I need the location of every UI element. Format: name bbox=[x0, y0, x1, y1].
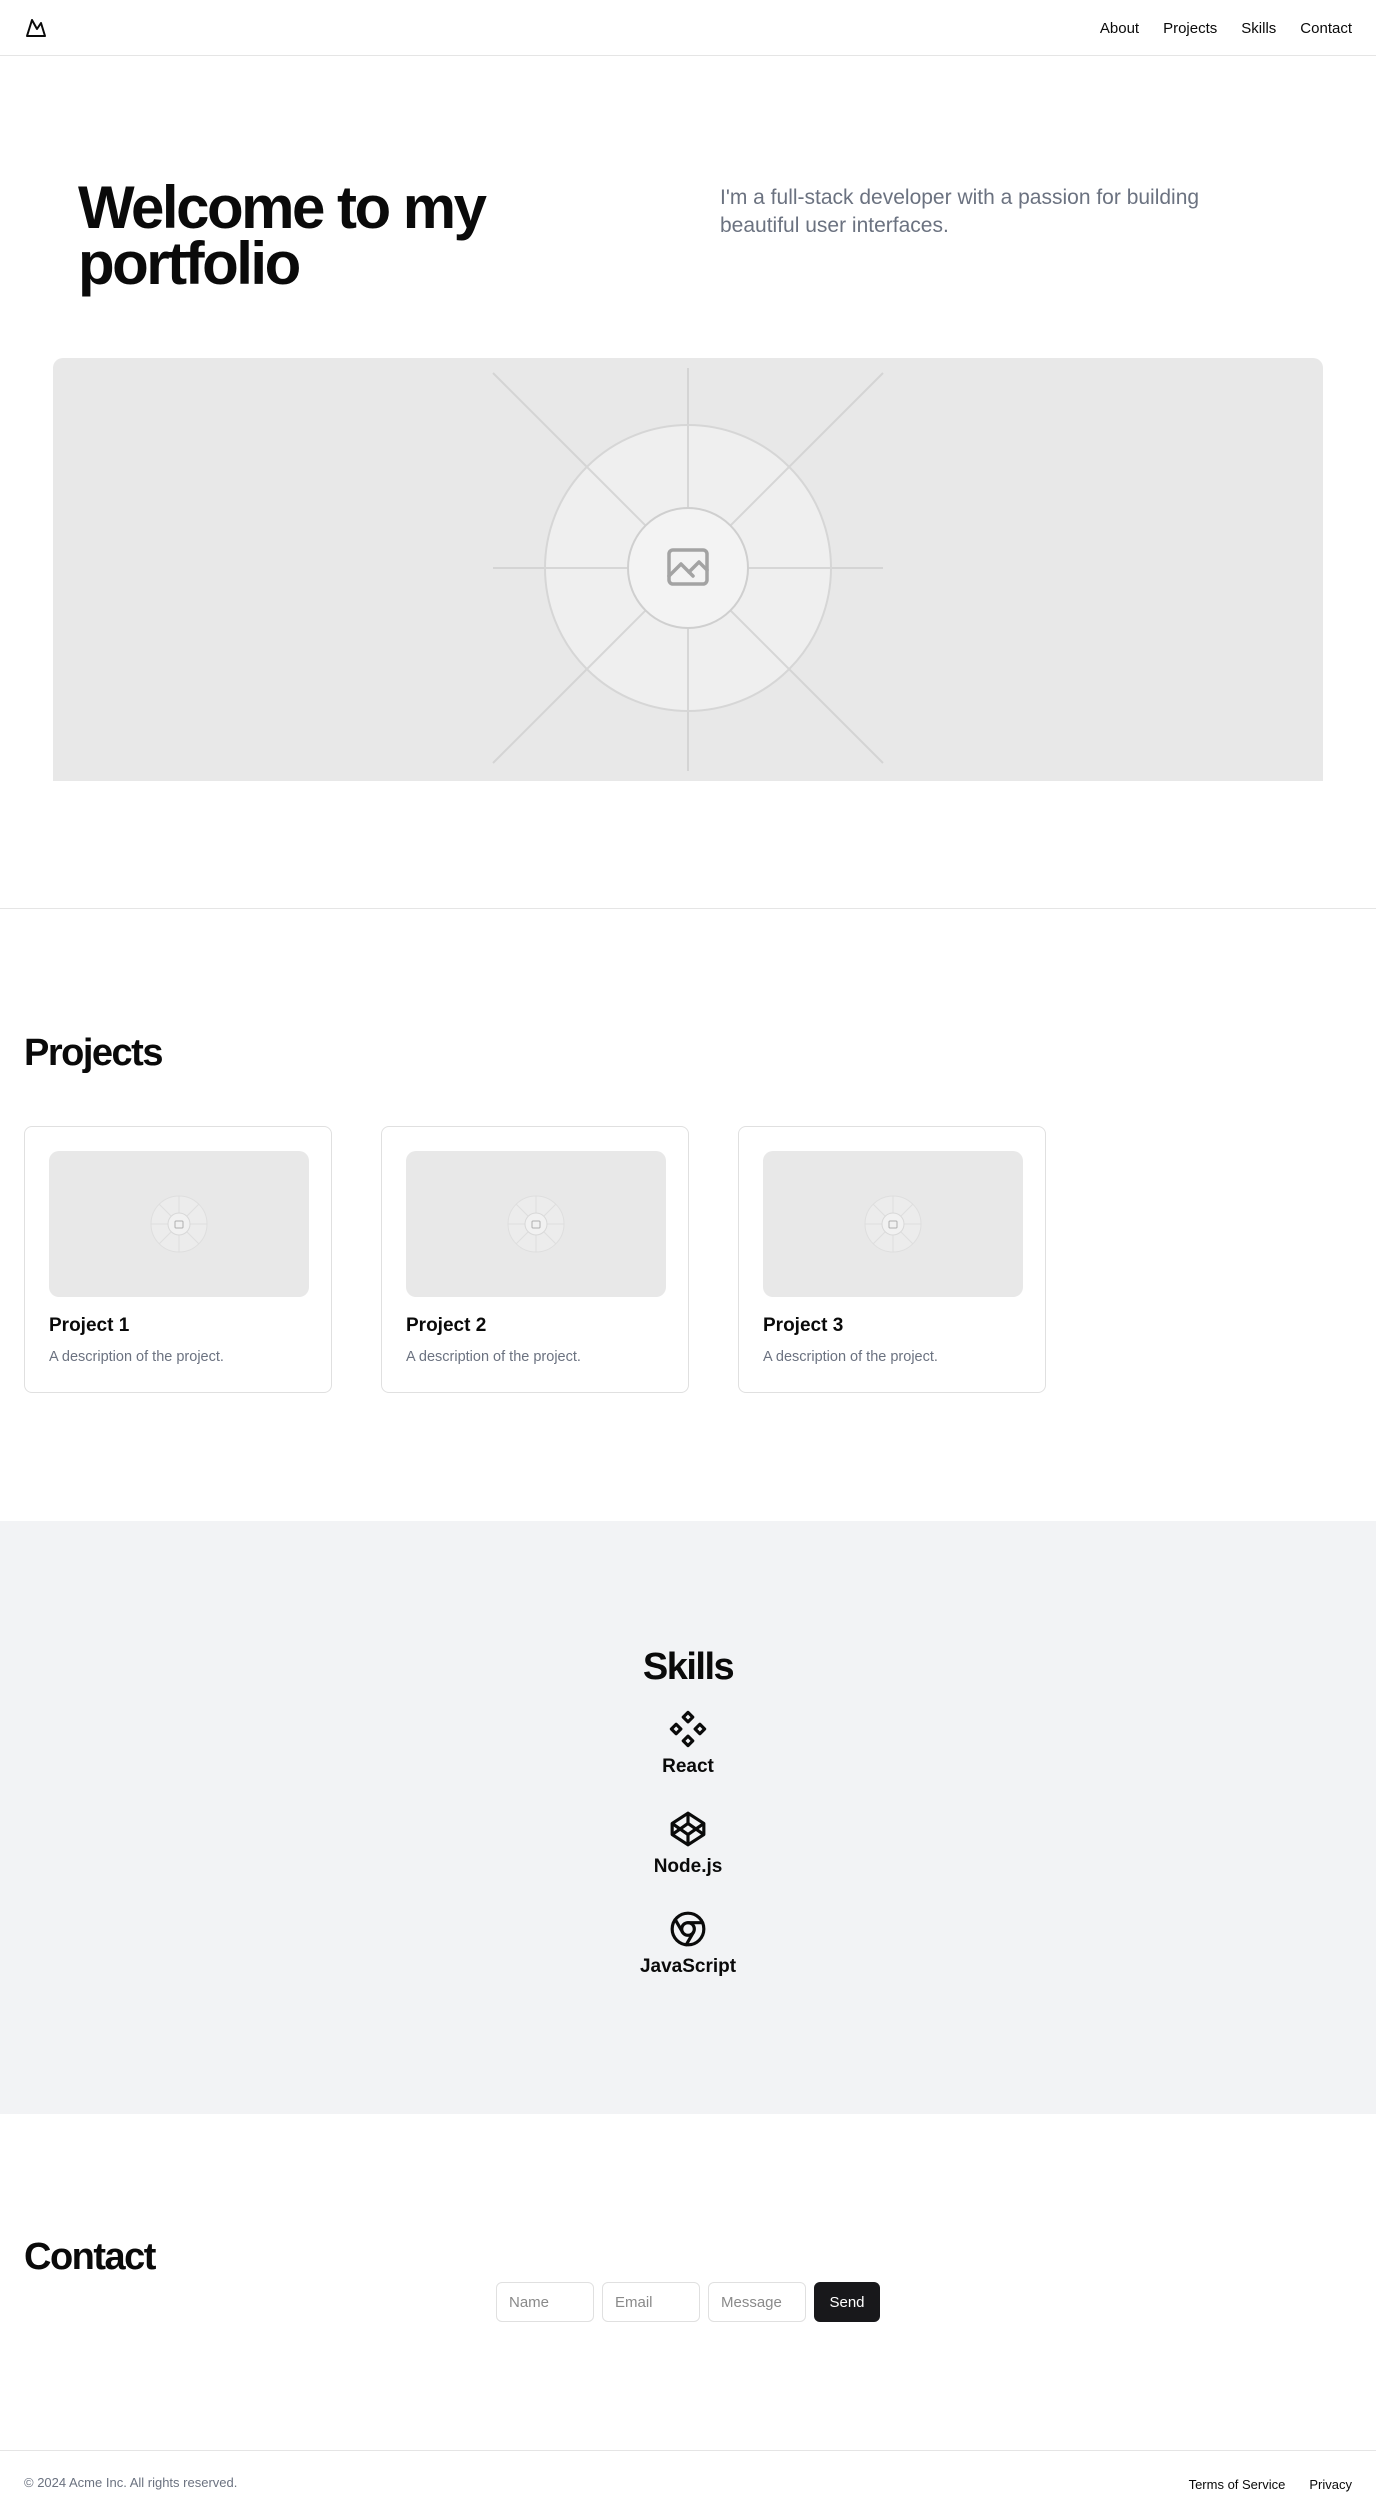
footer-nav: Terms of Service Privacy bbox=[1189, 2451, 1352, 2517]
nav-link-about[interactable]: About bbox=[1100, 20, 1139, 37]
skill-item-javascript: JavaScript bbox=[0, 1910, 1376, 1978]
skill-item-react: React bbox=[0, 1710, 1376, 1778]
nav-link-skills[interactable]: Skills bbox=[1241, 20, 1276, 37]
logo-link[interactable] bbox=[24, 16, 48, 40]
project-card[interactable]: Project 2 A description of the project. bbox=[381, 1126, 689, 1393]
footer-link-privacy[interactable]: Privacy bbox=[1309, 2477, 1352, 2492]
component-icon bbox=[669, 1710, 707, 1748]
image-placeholder-icon bbox=[507, 1195, 565, 1253]
project-description: A description of the project. bbox=[49, 1349, 224, 1365]
main-nav: About Projects Skills Contact bbox=[1100, 0, 1352, 56]
hero-image-placeholder bbox=[53, 358, 1323, 781]
copyright-text: © 2024 Acme Inc. All rights reserved. bbox=[24, 2475, 238, 2490]
project-title: Project 1 bbox=[49, 1315, 130, 1336]
project-card[interactable]: Project 3 A description of the project. bbox=[738, 1126, 1046, 1393]
site-header: About Projects Skills Contact bbox=[0, 0, 1376, 56]
skill-label: React bbox=[662, 1756, 714, 1777]
site-footer: © 2024 Acme Inc. All rights reserved. Te… bbox=[0, 2450, 1376, 2516]
section-divider bbox=[0, 908, 1376, 909]
message-input[interactable] bbox=[708, 2282, 806, 2322]
project-title: Project 2 bbox=[406, 1315, 487, 1336]
send-button[interactable]: Send bbox=[814, 2282, 880, 2322]
projects-heading: Projects bbox=[24, 1032, 163, 1074]
chrome-icon bbox=[670, 1911, 706, 1947]
codepen-icon bbox=[670, 1811, 706, 1847]
skills-section: Skills React Node.js JavaScript bbox=[0, 1521, 1376, 2114]
skill-label: JavaScript bbox=[639, 1956, 737, 1977]
hero-subtitle: I'm a full-stack developer with a passio… bbox=[720, 186, 1200, 237]
image-placeholder-icon bbox=[864, 1195, 922, 1253]
footer-link-terms[interactable]: Terms of Service bbox=[1189, 2477, 1286, 2492]
nav-link-contact[interactable]: Contact bbox=[1300, 20, 1352, 37]
name-input[interactable] bbox=[496, 2282, 594, 2322]
project-image-placeholder bbox=[763, 1151, 1023, 1297]
contact-heading: Contact bbox=[24, 2236, 156, 2278]
project-card[interactable]: Project 1 A description of the project. bbox=[24, 1126, 332, 1393]
email-input[interactable] bbox=[602, 2282, 700, 2322]
image-placeholder-icon bbox=[492, 368, 884, 771]
project-image-placeholder bbox=[406, 1151, 666, 1297]
project-image-placeholder bbox=[49, 1151, 309, 1297]
project-title: Project 3 bbox=[763, 1315, 844, 1336]
mountain-icon bbox=[26, 19, 46, 37]
nav-link-projects[interactable]: Projects bbox=[1163, 20, 1217, 37]
skill-label: Node.js bbox=[653, 1856, 723, 1877]
image-placeholder-icon bbox=[150, 1195, 208, 1253]
project-description: A description of the project. bbox=[406, 1349, 581, 1365]
skill-item-nodejs: Node.js bbox=[0, 1810, 1376, 1878]
project-description: A description of the project. bbox=[763, 1349, 938, 1365]
skills-heading: Skills bbox=[642, 1646, 735, 1688]
hero-title: Welcome to my portfolio bbox=[78, 174, 487, 297]
contact-form: Send bbox=[496, 2282, 880, 2322]
